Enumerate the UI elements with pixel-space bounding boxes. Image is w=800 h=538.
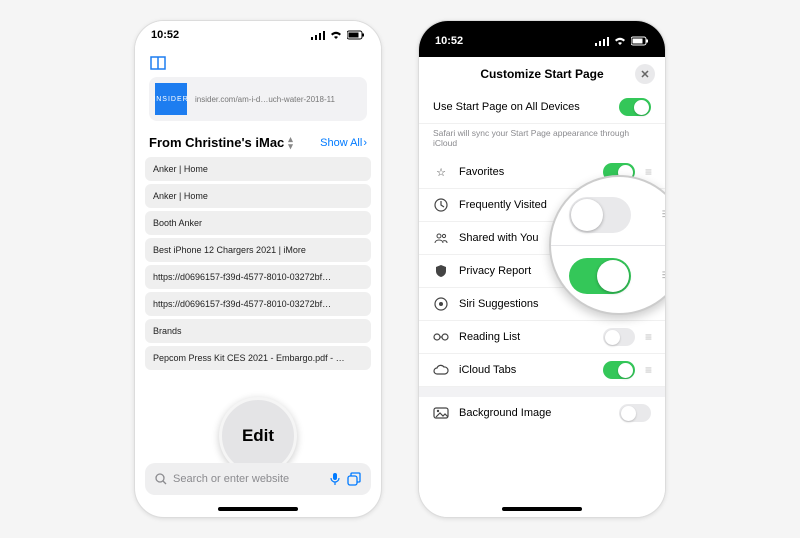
home-indicator[interactable] (502, 507, 582, 511)
row-icloud: iCloud Tabs ≡ (419, 354, 665, 387)
grip-icon[interactable]: ≡ (645, 165, 651, 179)
star-icon: ☆ (433, 166, 449, 179)
icloud-switch[interactable] (603, 361, 635, 379)
sheet-title: Customize Start Page (480, 67, 603, 81)
phone-left: 10:52 INSIDER insider.com/am-i-d…uch-wat… (134, 20, 382, 518)
sync-switch[interactable] (619, 98, 651, 116)
wifi-icon (329, 30, 343, 40)
status-time: 10:52 (151, 29, 179, 41)
status-icons (595, 36, 649, 46)
tab-row[interactable]: https://d0696157-f39d-4577-8010-03272bf… (145, 292, 371, 316)
voice-icon[interactable] (329, 472, 341, 486)
tabs-icon[interactable] (347, 472, 361, 486)
reading-switch[interactable] (603, 328, 635, 346)
status-time: 10:52 (435, 35, 463, 47)
search-icon (155, 473, 167, 485)
glasses-icon (433, 333, 449, 341)
tab-row[interactable]: Booth Anker (145, 211, 371, 235)
signal-icon (595, 36, 609, 46)
close-button[interactable]: ✕ (635, 64, 655, 84)
sync-toggle-row: Use Start Page on All Devices (419, 91, 665, 124)
battery-icon (347, 30, 365, 40)
insider-badge: INSIDER (155, 83, 187, 115)
customize-sheet: Customize Start Page ✕ Use Start Page on… (419, 57, 665, 517)
bookmarks-icon[interactable] (149, 56, 167, 70)
sync-note: Safari will sync your Start Page appeara… (419, 124, 665, 156)
home-indicator[interactable] (218, 507, 298, 511)
siri-icon (433, 297, 449, 311)
phone-right: 10:52 Customize Start Page ✕ Use Start P… (418, 20, 666, 518)
status-icons (311, 30, 365, 40)
tab-row[interactable]: Anker | Home (145, 157, 371, 181)
insider-card[interactable]: INSIDER insider.com/am-i-d…uch-water-201… (149, 77, 367, 121)
mag-row-off: ≡ (551, 191, 666, 239)
signal-icon (311, 30, 325, 40)
status-bar: 10:52 (135, 21, 381, 49)
battery-icon (631, 36, 649, 46)
section-title: From Christine's iMac ▴▾ (149, 135, 293, 150)
people-icon (433, 232, 449, 244)
clock-icon (433, 198, 449, 212)
wifi-icon (613, 36, 627, 46)
group-gap (419, 387, 665, 397)
show-all-link[interactable]: Show All › (320, 137, 367, 149)
tab-row[interactable]: Pepcom Press Kit CES 2021 - Embargo.pdf … (145, 346, 371, 370)
chevron-right-icon: › (363, 137, 367, 149)
tab-row[interactable]: https://d0696157-f39d-4577-8010-03272bf… (145, 265, 371, 289)
row-reading: Reading List ≡ (419, 321, 665, 354)
status-bar: 10:52 (419, 21, 665, 57)
tab-row[interactable]: Anker | Home (145, 184, 371, 208)
grip-icon[interactable]: ≡ (662, 206, 666, 224)
grip-icon[interactable]: ≡ (662, 267, 666, 285)
tab-row[interactable]: Best iPhone 12 Chargers 2021 | iMore (145, 238, 371, 262)
insider-caption: insider.com/am-i-d…uch-water-2018-11 (195, 95, 335, 104)
mag-switch-on[interactable] (569, 258, 631, 294)
close-icon: ✕ (640, 68, 649, 81)
url-placeholder: Search or enter website (173, 473, 323, 485)
image-icon (433, 407, 449, 419)
mag-switch-off[interactable] (569, 197, 631, 233)
mag-row-on: ≡ (551, 252, 666, 300)
icloud-tabs-list: Anker | Home Anker | Home Booth Anker Be… (135, 157, 381, 370)
grip-icon[interactable]: ≡ (645, 363, 651, 377)
row-background: Background Image (419, 397, 665, 429)
url-bar[interactable]: Search or enter website (145, 463, 371, 495)
sheet-header: Customize Start Page ✕ (419, 57, 665, 91)
section-header: From Christine's iMac ▴▾ Show All › (135, 125, 381, 154)
top-toolbar (135, 49, 381, 77)
grip-icon[interactable]: ≡ (645, 330, 651, 344)
sync-label: Use Start Page on All Devices (433, 101, 609, 113)
tab-row[interactable]: Brands (145, 319, 371, 343)
background-switch[interactable] (619, 404, 651, 422)
shield-icon (433, 264, 449, 278)
cloud-icon (433, 364, 449, 376)
sort-icon[interactable]: ▴▾ (288, 136, 293, 150)
